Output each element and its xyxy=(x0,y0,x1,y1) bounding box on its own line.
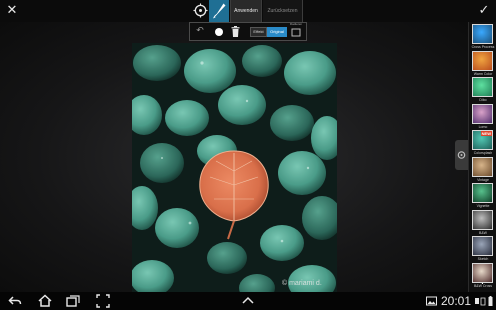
effect-thumbnail[interactable] xyxy=(472,103,493,124)
effect-thumbnail[interactable] xyxy=(472,236,493,256)
home-icon[interactable] xyxy=(38,294,52,308)
effect-label: Sketch xyxy=(477,257,489,261)
effect-thumbnail[interactable] xyxy=(472,24,493,44)
battery-icon xyxy=(488,296,493,306)
effect-thumbnail[interactable] xyxy=(472,50,493,71)
effect-thumbnail[interactable]: NEW xyxy=(472,130,493,150)
new-badge: NEW xyxy=(480,131,492,136)
effect-thumbnail[interactable] xyxy=(472,183,493,203)
chevron-up-icon[interactable] xyxy=(241,294,255,308)
original-toggle-button[interactable]: Original xyxy=(267,27,287,37)
brush-dot-icon[interactable] xyxy=(215,28,223,36)
reset-button[interactable]: Zurücksetzen xyxy=(263,0,303,22)
effect-label: Vignette xyxy=(476,204,490,208)
brush-toolbar: ↶ Effekt Original Radieren xyxy=(189,22,307,41)
effect-thumbnail[interactable] xyxy=(472,156,493,177)
effect-thumbnail[interactable] xyxy=(472,77,493,97)
effect-toggle-button[interactable]: Effekt xyxy=(250,27,267,37)
system-navbar: 20:01 xyxy=(0,292,496,310)
brush-icon xyxy=(213,3,226,19)
effect-thumbnail[interactable] xyxy=(472,209,493,230)
gear-icon xyxy=(457,151,466,159)
effect-thumbnail[interactable] xyxy=(472,262,493,283)
trash-icon[interactable] xyxy=(231,26,240,37)
checkmark-icon[interactable]: ✓ xyxy=(476,2,492,20)
brush-tool-button[interactable] xyxy=(209,0,229,22)
effect-label: B&W xyxy=(479,230,487,235)
photo-image: © mariami d. xyxy=(132,43,337,293)
undo-icon[interactable]: ↶ xyxy=(194,25,206,38)
eraser-icon[interactable] xyxy=(290,26,302,38)
back-icon[interactable] xyxy=(8,294,22,308)
top-toolbar: ✕ Anwenden Zurücksetzen ✓ xyxy=(0,0,496,22)
photo-canvas[interactable]: © mariami d. xyxy=(132,43,337,293)
status-clock: 20:01 xyxy=(441,294,472,308)
recent-apps-icon[interactable] xyxy=(66,294,80,308)
screenshot-icon[interactable] xyxy=(96,294,110,308)
effect-label: Vintage xyxy=(477,177,489,182)
watermark-text: © mariami d. xyxy=(282,279,322,287)
effects-panel: + Cross ProcessWarm ColorDiboLomoNEWColo… xyxy=(468,22,496,292)
effect-label: Lomo xyxy=(478,124,488,129)
close-icon[interactable]: ✕ xyxy=(4,2,20,20)
sd-card-icon xyxy=(480,297,486,306)
effect-label: Dibo xyxy=(479,98,487,102)
panel-handle[interactable] xyxy=(455,140,468,170)
effect-label: B&W Cross xyxy=(473,283,493,288)
apply-button[interactable]: Anwenden xyxy=(230,0,262,22)
target-icon[interactable] xyxy=(193,3,208,18)
effect-label: Warm Color xyxy=(473,71,493,76)
effect-label: Colorsplash xyxy=(473,151,493,155)
effect-label: Cross Process xyxy=(471,45,495,49)
gallery-icon xyxy=(426,296,437,306)
